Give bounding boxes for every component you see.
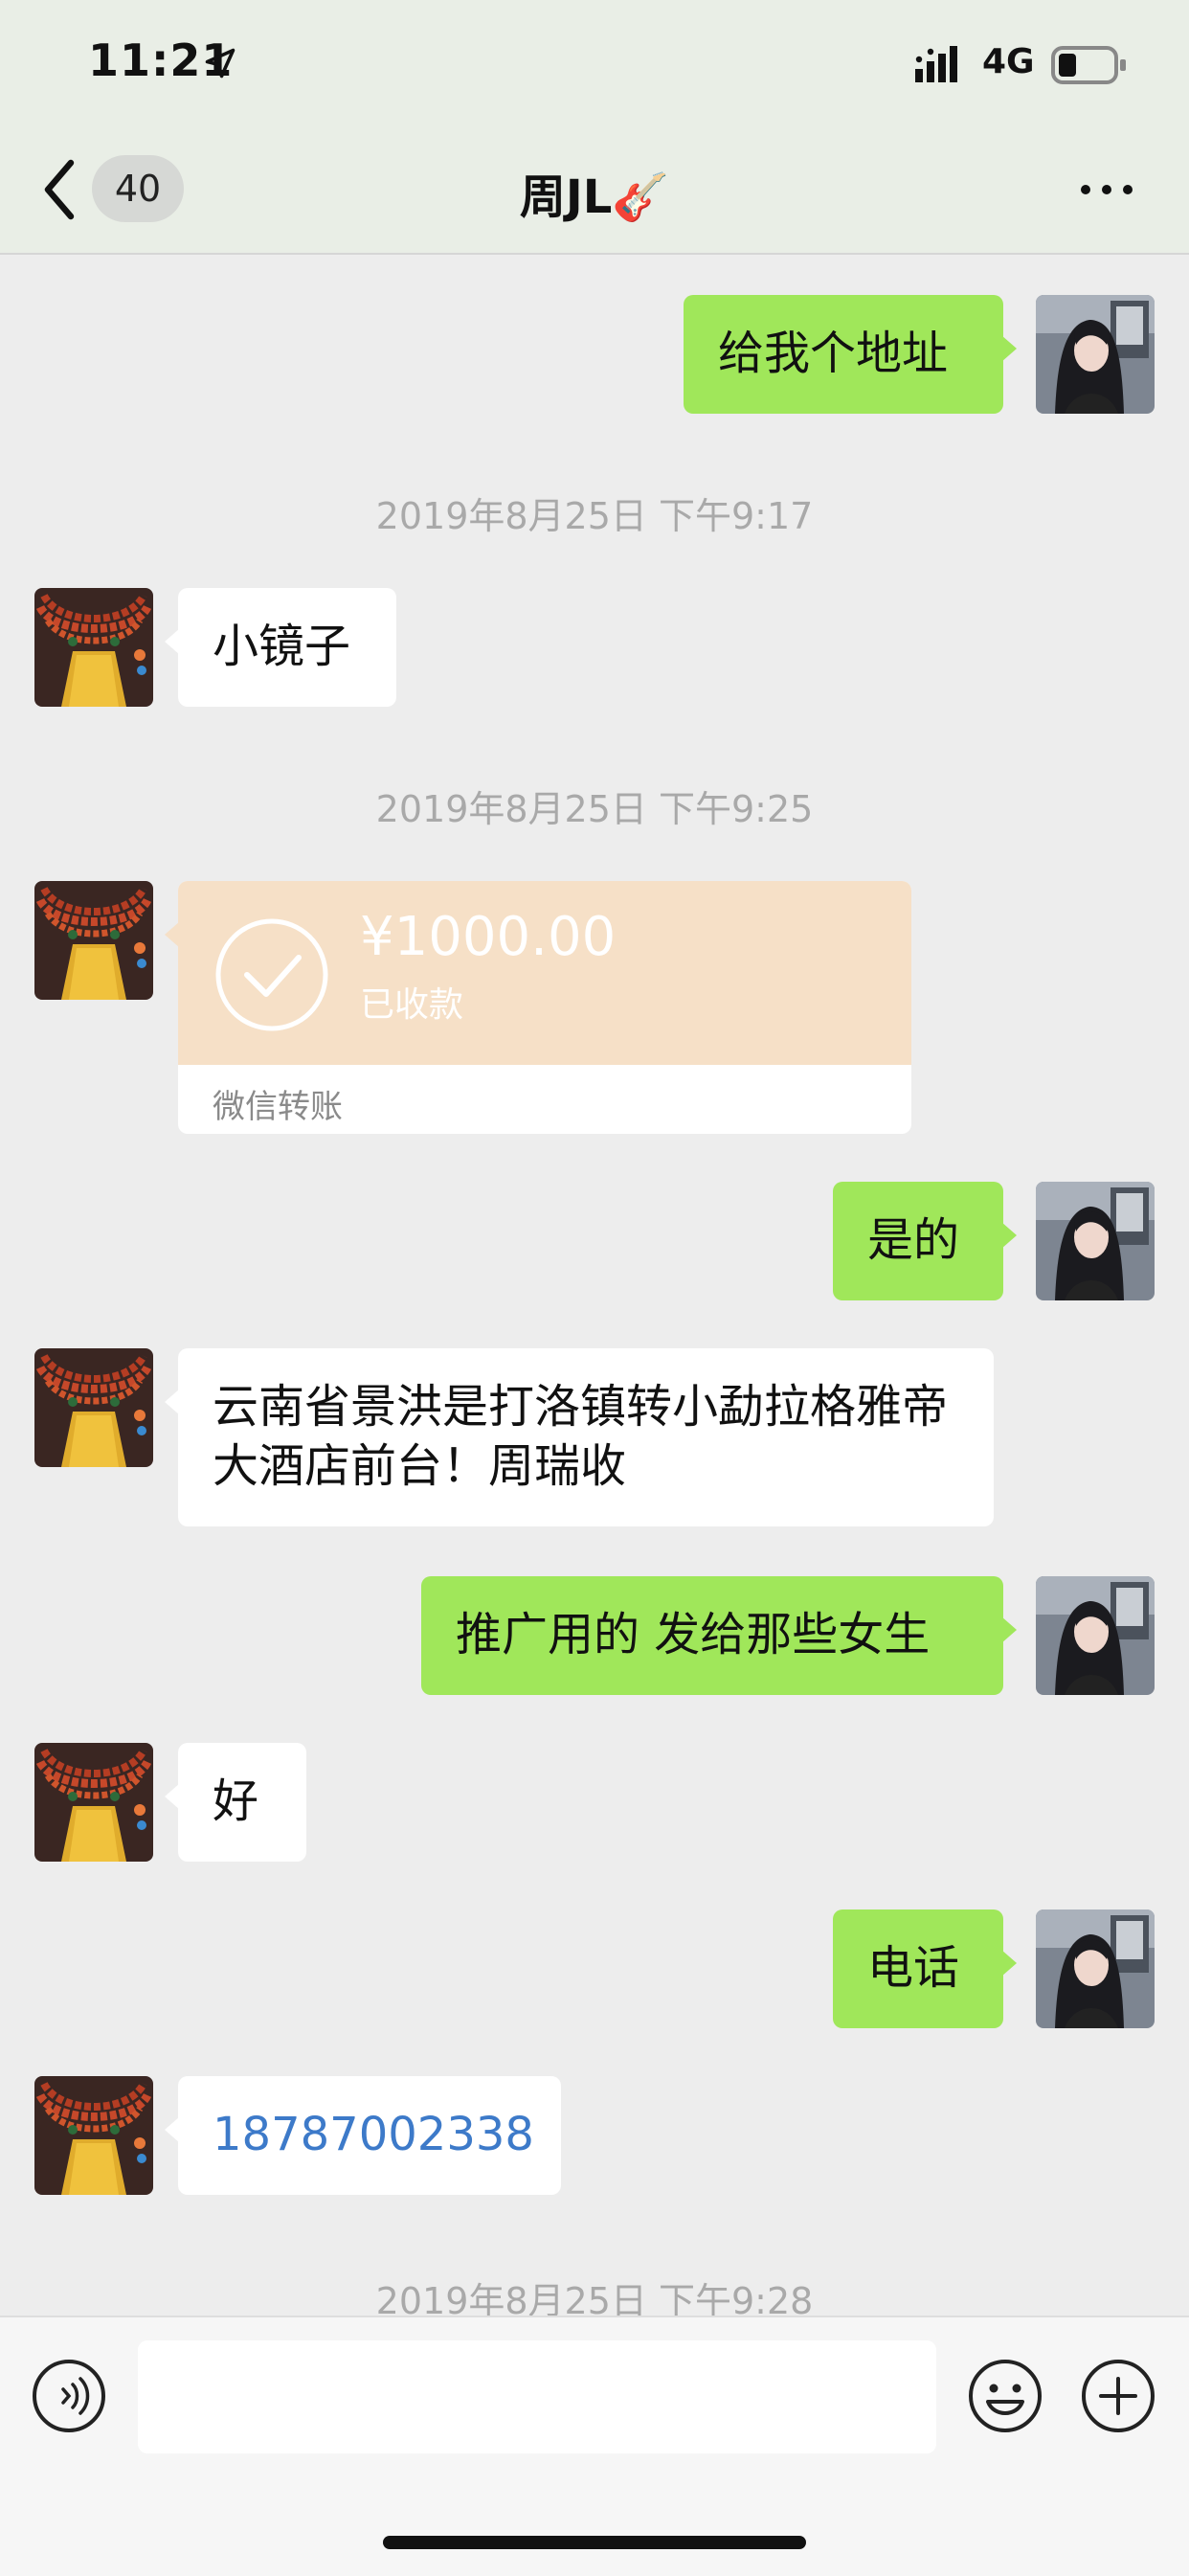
home-indicator [383, 2536, 806, 2549]
top-bar: 11:21 4G 40 周JL🎸 [0, 0, 1189, 255]
battery-icon [1051, 46, 1126, 84]
self-avatar[interactable] [1036, 295, 1155, 414]
wechat-transfer-card[interactable]: ¥1000.00 已收款 微信转账 [178, 881, 911, 1134]
message-bubble-outgoing[interactable]: 推广用的 发给那些女生 [421, 1576, 1017, 1695]
contact-avatar[interactable] [34, 2076, 153, 2195]
contact-avatar[interactable] [34, 588, 153, 707]
message-bubble-incoming[interactable]: 好 [165, 1743, 306, 1862]
message-bubble-outgoing[interactable]: 电话 [833, 1909, 1017, 2028]
contact-avatar[interactable] [34, 881, 153, 1000]
chat-title: 周JL🎸 [519, 170, 670, 224]
self-avatar[interactable] [1036, 1909, 1155, 2028]
message-bubble-outgoing[interactable]: 给我个地址 [684, 295, 1017, 414]
self-avatar[interactable] [1036, 1182, 1155, 1300]
network-label: 4G [982, 42, 1035, 81]
contact-avatar[interactable] [34, 1743, 153, 1862]
transfer-label: 微信转账 [213, 1088, 343, 1126]
emoji-icon[interactable] [967, 2358, 1043, 2434]
more-options-icon[interactable] [1078, 180, 1135, 199]
self-avatar[interactable] [1036, 1576, 1155, 1695]
transfer-card-header: ¥1000.00 已收款 [178, 881, 911, 1065]
input-bar [0, 2316, 1189, 2576]
timestamp: 2019年8月25日 下午9:25 [375, 788, 814, 830]
transfer-amount: ¥1000.00 [360, 906, 617, 968]
phone-number-link[interactable]: 18787002338 [213, 2108, 534, 2161]
message-input[interactable] [138, 2340, 936, 2453]
message-bubble-outgoing[interactable]: 是的 [833, 1182, 1017, 1300]
voice-input-icon[interactable] [31, 2358, 107, 2434]
timestamp: 2019年8月25日 下午9:17 [375, 495, 814, 537]
check-circle-icon [215, 918, 328, 1031]
plus-icon[interactable] [1080, 2358, 1156, 2434]
transfer-status: 已收款 [360, 985, 464, 1025]
message-bubble-incoming[interactable]: 云南省景洪是打洛镇转小勐拉格雅帝大酒店前台！周瑞收 [165, 1348, 994, 1526]
message-bubble-incoming[interactable]: 小镜子 [165, 588, 396, 707]
message-bubble-incoming: 18787002338 [165, 2076, 561, 2195]
contact-avatar[interactable] [34, 1348, 153, 1467]
location-arrow-icon [205, 48, 236, 79]
signal-icon [915, 46, 957, 82]
